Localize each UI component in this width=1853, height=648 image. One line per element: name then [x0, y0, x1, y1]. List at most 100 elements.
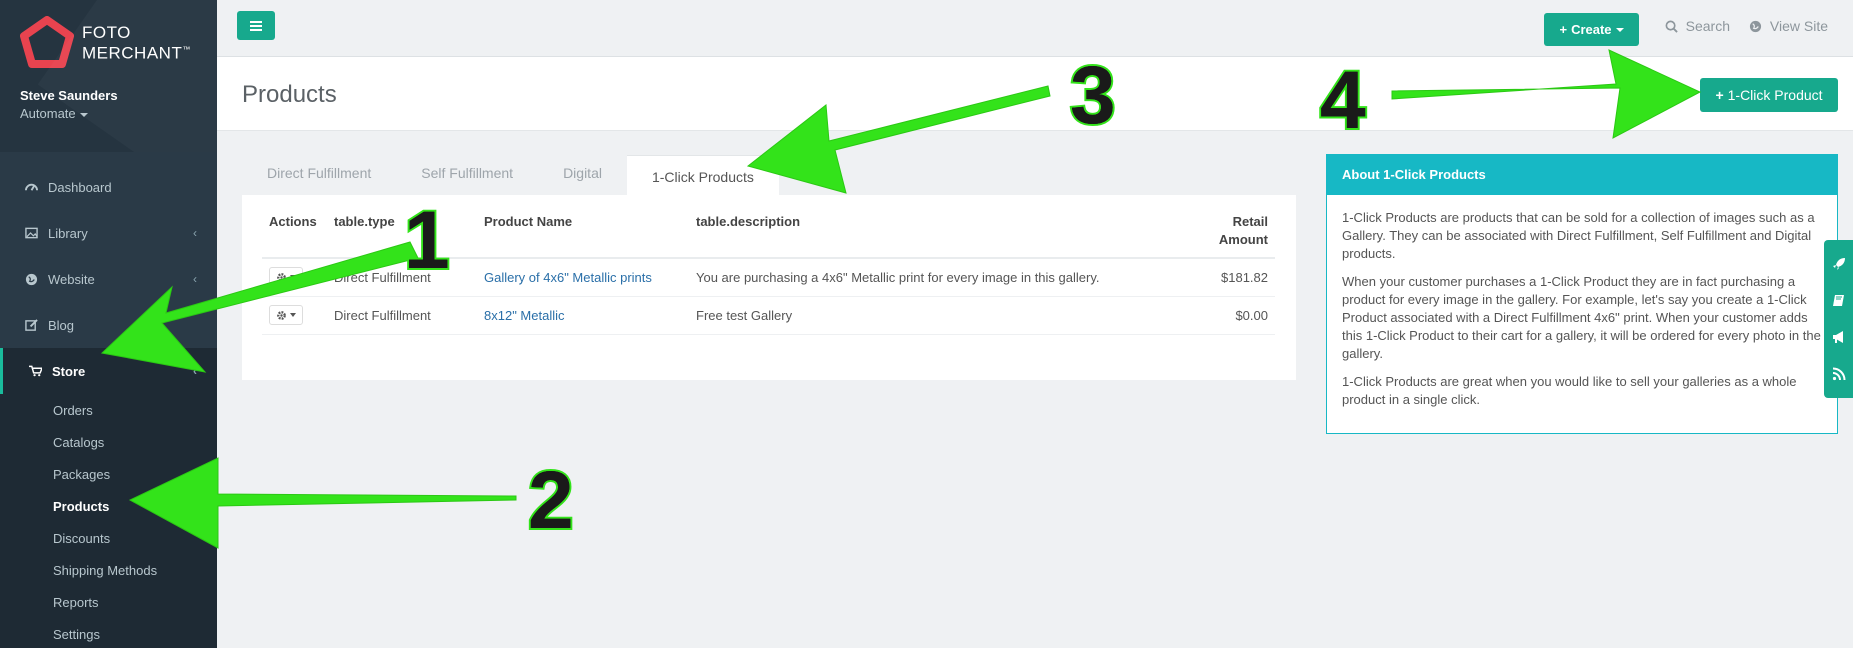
menu-toggle-button[interactable] — [237, 11, 275, 40]
annotation-number-1: 1 — [402, 195, 452, 286]
image-icon — [24, 226, 38, 240]
products-table-box: Actions table.type Product Name table.de… — [242, 195, 1296, 380]
product-tabs: Direct Fulfillment Self Fulfillment Digi… — [242, 155, 779, 195]
sidebar-nav: Dashboard Library ‹ Website ‹ Blog Store… — [0, 164, 217, 648]
sidebar-item-label: Blog — [48, 317, 75, 333]
type-cell: Direct Fulfillment — [327, 296, 477, 335]
tab-self-fulfillment[interactable]: Self Fulfillment — [396, 155, 538, 195]
add-1-click-product-label: 1-Click Product — [1727, 87, 1823, 103]
col-amount-label: Amount — [1218, 232, 1268, 247]
book-icon[interactable] — [1832, 294, 1846, 308]
page-title: Products — [242, 81, 337, 108]
trademark: ™ — [182, 45, 191, 54]
page-header: Products + 1-Click Product — [217, 57, 1853, 131]
add-1-click-product-button[interactable]: + 1-Click Product — [1700, 78, 1838, 112]
col-retail-amount: Retail Amount — [1175, 213, 1275, 259]
search-label: Search — [1685, 18, 1730, 34]
user-name: Steve Saunders — [20, 88, 118, 103]
logo-line2: MERCHANT — [82, 43, 183, 63]
sidebar-item-library[interactable]: Library ‹ — [0, 210, 217, 256]
globe-icon — [24, 272, 38, 286]
sidebar-item-blog[interactable]: Blog — [0, 302, 217, 348]
sidebar-item-catalogs[interactable]: Catalogs — [0, 426, 217, 458]
plus-icon: + — [1559, 22, 1568, 37]
topbar: + Create Search View Site — [217, 0, 1853, 57]
logo[interactable]: FOTO MERCHANT™ — [20, 16, 197, 70]
globe-icon — [1749, 20, 1761, 32]
sidebar-item-shipping-methods[interactable]: Shipping Methods — [0, 554, 217, 586]
sidebar-item-packages[interactable]: Packages — [0, 458, 217, 490]
amount-cell: $181.82 — [1175, 258, 1275, 297]
amount-cell: $0.00 — [1175, 296, 1275, 335]
view-site-label: View Site — [1769, 18, 1828, 34]
col-actions: Actions — [262, 213, 327, 259]
brand-area: FOTO MERCHANT™ Steve Saunders Automate — [0, 0, 217, 152]
product-link[interactable]: 8x12" Metallic — [484, 308, 564, 323]
name-cell: Gallery of 4x6" Metallic prints — [477, 258, 689, 297]
tab-direct-fulfillment[interactable]: Direct Fulfillment — [242, 155, 396, 195]
megaphone-icon[interactable] — [1832, 330, 1846, 344]
store-submenu: Orders Catalogs Packages Products Discou… — [0, 394, 217, 648]
about-paragraph: When your customer purchases a 1-Click P… — [1342, 274, 1821, 361]
sidebar-item-website[interactable]: Website ‹ — [0, 256, 217, 302]
sidebar-item-products[interactable]: Products — [0, 490, 217, 522]
about-panel-title: About 1-Click Products — [1327, 155, 1837, 195]
type-cell: Direct Fulfillment — [327, 258, 477, 297]
view-site-link[interactable]: View Site — [1749, 18, 1828, 34]
about-paragraph: 1-Click Products are products that can b… — [1342, 210, 1815, 261]
plus-icon: + — [1715, 87, 1724, 103]
col-product-name: Product Name — [477, 213, 689, 259]
pentagon-logo-icon — [20, 16, 74, 68]
sidebar: FOTO MERCHANT™ Steve Saunders Automate D… — [0, 0, 217, 648]
gear-icon — [277, 310, 286, 320]
caret-down-icon — [290, 275, 296, 280]
caret-down-icon — [290, 313, 296, 317]
sidebar-item-dashboard[interactable]: Dashboard — [0, 164, 217, 210]
logo-text: FOTO MERCHANT™ — [82, 24, 191, 62]
gear-icon — [277, 272, 286, 282]
sidebar-item-label: Store — [52, 363, 86, 379]
annotation-number-2: 2 — [526, 455, 576, 546]
user-role-dropdown[interactable]: Automate — [20, 106, 197, 121]
col-retail-label: Retail — [1232, 214, 1268, 229]
search-icon — [1665, 20, 1678, 33]
sidebar-item-orders[interactable]: Orders — [0, 394, 217, 426]
product-link[interactable]: Gallery of 4x6" Metallic prints — [484, 270, 652, 285]
cart-icon — [28, 364, 42, 378]
sidebar-item-label: Dashboard — [48, 179, 112, 195]
table-row: Direct Fulfillment 8x12" Metallic Free t… — [262, 296, 1275, 335]
actions-cell — [262, 296, 327, 335]
about-paragraph: 1-Click Products are great when you woul… — [1342, 374, 1797, 407]
sidebar-item-reports[interactable]: Reports — [0, 586, 217, 618]
about-panel-body: 1-Click Products are products that can b… — [1327, 195, 1837, 433]
floating-dock — [1824, 240, 1853, 398]
sidebar-item-store[interactable]: Store ‹ — [0, 348, 217, 394]
sidebar-item-label: Website — [48, 271, 95, 287]
about-panel: About 1-Click Products 1-Click Products … — [1326, 154, 1838, 434]
annotation-number-3: 3 — [1068, 50, 1118, 141]
chevron-left-icon: ‹ — [193, 226, 197, 240]
create-label: Create — [1571, 22, 1612, 37]
search-link[interactable]: Search — [1665, 18, 1730, 34]
rss-icon[interactable] — [1832, 367, 1846, 381]
name-cell: 8x12" Metallic — [477, 296, 689, 335]
sidebar-item-discounts[interactable]: Discounts — [0, 522, 217, 554]
row-actions-button[interactable] — [269, 305, 303, 325]
tab-1-click-products[interactable]: 1-Click Products — [626, 155, 779, 195]
col-type: table.type — [327, 213, 477, 259]
tab-digital[interactable]: Digital — [538, 155, 627, 195]
sidebar-item-settings[interactable]: Settings — [0, 618, 217, 648]
pencil-icon — [24, 318, 38, 332]
description-cell: You are purchasing a 4x6" Metallic print… — [689, 258, 1175, 297]
actions-cell — [262, 258, 327, 297]
dashboard-icon — [24, 180, 38, 194]
rocket-icon[interactable] — [1832, 257, 1846, 271]
row-actions-button[interactable] — [269, 267, 303, 288]
user-role-label: Automate — [20, 106, 76, 121]
caret-down-icon — [79, 112, 88, 117]
create-button[interactable]: + Create — [1544, 13, 1639, 46]
annotation-number-4: 4 — [1318, 55, 1368, 146]
chevron-left-icon: ‹ — [193, 272, 197, 286]
caret-down-icon — [1615, 27, 1624, 32]
logo-line1: FOTO — [82, 23, 131, 42]
